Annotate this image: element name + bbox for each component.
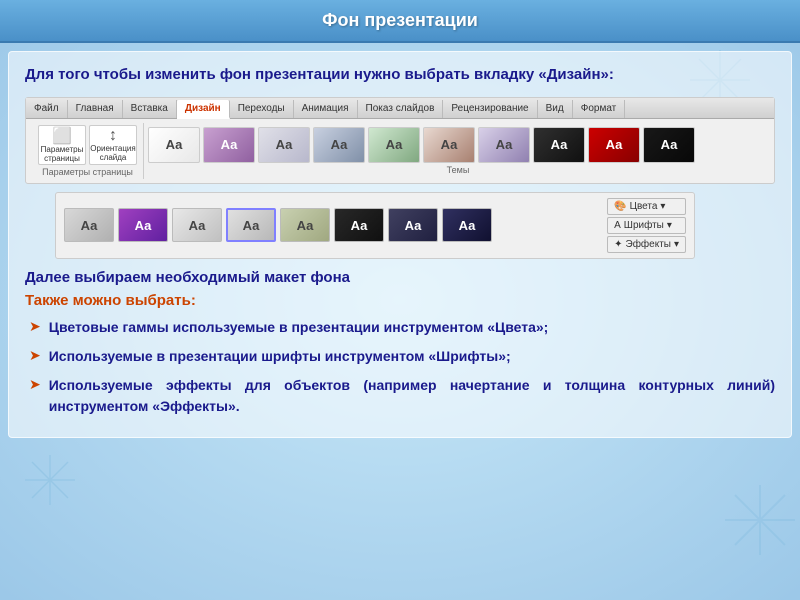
- theme2-3[interactable]: Аа: [172, 208, 222, 242]
- theme-3[interactable]: Аа: [258, 127, 310, 163]
- colors-icon: 🎨: [614, 201, 626, 212]
- bullet-text-2: Используемые в презентации шрифты инстру…: [49, 346, 511, 367]
- content-area: Для того чтобы изменить фон презентации …: [8, 51, 792, 438]
- aa-5: Аа: [386, 137, 403, 152]
- tab-review[interactable]: Рецензирование: [443, 100, 537, 118]
- bullet-text-1: Цветовые гаммы используемые в презентаци…: [49, 317, 549, 338]
- fonts-dropdown-icon: ▾: [667, 220, 672, 231]
- theme-9[interactable]: Аа: [588, 127, 640, 163]
- themes-label: Темы: [148, 165, 768, 175]
- aa-10: Аа: [661, 137, 678, 152]
- theme2-7[interactable]: Аа: [388, 208, 438, 242]
- theme2-1[interactable]: Аа: [64, 208, 114, 242]
- page-group-label: Параметры страницы: [42, 167, 133, 177]
- aa-9: Аа: [606, 137, 623, 152]
- aa-4: Аа: [331, 137, 348, 152]
- bullet-item-1: ➤ Цветовые гаммы используемые в презента…: [25, 317, 775, 338]
- effects-dropdown-icon: ▾: [674, 239, 679, 250]
- bullet-text-3: Используемые эффекты для объектов (напри…: [49, 375, 775, 417]
- slide-orientation-button[interactable]: ↕ Ориентация слайда: [89, 125, 137, 165]
- effects-label: Эффекты: [626, 239, 671, 250]
- second-ribbon: Аа Аа Аа Аа Аа Аа Аа Аа 🎨 Цвета ▾ A Шриф…: [55, 192, 695, 259]
- theme-7[interactable]: Аа: [478, 127, 530, 163]
- aa2-7: Аа: [405, 218, 422, 233]
- ribbon-group-page: ⬜ Параметры страницы ↕ Ориентация слайда…: [32, 123, 144, 179]
- theme-5[interactable]: Аа: [368, 127, 420, 163]
- aa-7: Аа: [496, 137, 513, 152]
- arrow-icon-2: ➤: [29, 347, 41, 364]
- ribbon-tabs: Файл Главная Вставка Дизайн Переходы Ани…: [26, 98, 774, 119]
- tab-insert[interactable]: Вставка: [123, 100, 177, 118]
- theme2-8[interactable]: Аа: [442, 208, 492, 242]
- orientation-label: Ориентация слайда: [90, 145, 135, 163]
- tab-animation[interactable]: Анимация: [294, 100, 358, 118]
- arrow-icon-3: ➤: [29, 376, 41, 393]
- bullet-item-3: ➤ Используемые эффекты для объектов (нап…: [25, 375, 775, 417]
- aa2-1: Аа: [81, 218, 98, 233]
- fonts-label: Шрифты: [624, 220, 664, 231]
- aa2-5: Аа: [297, 218, 314, 233]
- tab-home[interactable]: Главная: [68, 100, 123, 118]
- tab-view[interactable]: Вид: [538, 100, 573, 118]
- tab-design[interactable]: Дизайн: [177, 100, 230, 119]
- fonts-icon: A: [614, 220, 621, 231]
- theme-8[interactable]: Аа: [533, 127, 585, 163]
- arrow-icon-1: ➤: [29, 318, 41, 335]
- effects-tool-button[interactable]: ✦ Эффекты ▾: [607, 236, 686, 253]
- section2-label: Также можно выбрать:: [25, 292, 775, 309]
- aa-2: Аа: [221, 137, 238, 152]
- theme2-6[interactable]: Аа: [334, 208, 384, 242]
- page-settings-button[interactable]: ⬜ Параметры страницы: [38, 125, 86, 165]
- page-group-items: ⬜ Параметры страницы ↕ Ориентация слайда: [38, 125, 137, 165]
- aa-6: Аа: [441, 137, 458, 152]
- theme2-5[interactable]: Аа: [280, 208, 330, 242]
- aa2-4: Аа: [243, 218, 260, 233]
- bullet-item-2: ➤ Используемые в презентации шрифты инст…: [25, 346, 775, 367]
- colors-dropdown-icon: ▾: [660, 201, 665, 212]
- effects-icon: ✦: [614, 239, 622, 250]
- theme-10[interactable]: Аа: [643, 127, 695, 163]
- page-icon: ⬜: [52, 126, 72, 146]
- title-bar: Фон презентации: [0, 0, 800, 43]
- themes-group: Аа Аа Аа Аа Аа Аа Аа Аа Аа Аа Темы: [148, 127, 768, 175]
- aa-3: Аа: [276, 137, 293, 152]
- section1-label: Далее выбираем необходимый макет фона: [25, 269, 775, 286]
- intro-text: Для того чтобы изменить фон презентации …: [25, 64, 775, 87]
- tab-file[interactable]: Файл: [26, 100, 68, 118]
- orientation-icon: ↕: [109, 127, 117, 145]
- ribbon-content: ⬜ Параметры страницы ↕ Ориентация слайда…: [26, 119, 774, 183]
- aa2-3: Аа: [189, 218, 206, 233]
- side-tools-panel: 🎨 Цвета ▾ A Шрифты ▾ ✦ Эффекты ▾: [607, 198, 686, 253]
- tab-transitions[interactable]: Переходы: [230, 100, 294, 118]
- aa2-6: Аа: [351, 218, 368, 233]
- page-settings-label: Параметры страницы: [41, 146, 84, 164]
- theme-4[interactable]: Аа: [313, 127, 365, 163]
- tab-slideshow[interactable]: Показ слайдов: [358, 100, 444, 118]
- theme-items-row: Аа Аа Аа Аа Аа Аа Аа Аа Аа Аа: [148, 127, 768, 163]
- theme-2[interactable]: Аа: [203, 127, 255, 163]
- aa2-2: Аа: [135, 218, 152, 233]
- colors-tool-button[interactable]: 🎨 Цвета ▾: [607, 198, 686, 215]
- aa-1: Аа: [166, 137, 183, 152]
- aa-8: Аа: [551, 137, 568, 152]
- theme2-4[interactable]: Аа: [226, 208, 276, 242]
- ribbon-container: Файл Главная Вставка Дизайн Переходы Ани…: [25, 97, 775, 184]
- colors-label: Цвета: [630, 201, 658, 212]
- tab-format[interactable]: Формат: [573, 100, 626, 118]
- theme2-2[interactable]: Аа: [118, 208, 168, 242]
- theme-1[interactable]: Аа: [148, 127, 200, 163]
- theme-6[interactable]: Аа: [423, 127, 475, 163]
- fonts-tool-button[interactable]: A Шрифты ▾: [607, 217, 686, 234]
- aa2-8: Аа: [459, 218, 476, 233]
- page-title: Фон презентации: [322, 10, 478, 30]
